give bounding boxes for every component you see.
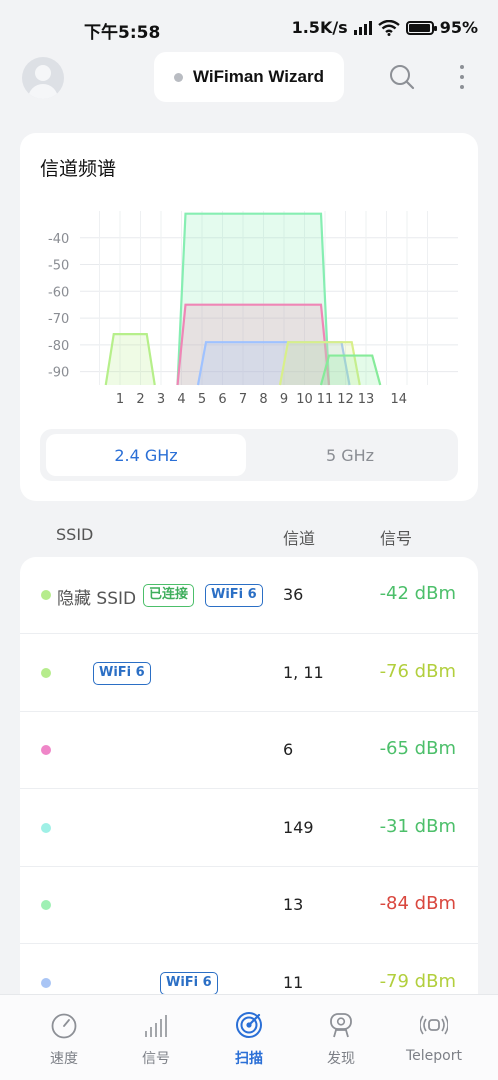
network-signal: -84 dBm bbox=[379, 893, 456, 914]
channel-area bbox=[321, 355, 381, 385]
col-signal[interactable]: 信号 bbox=[380, 525, 412, 549]
wifi-icon bbox=[377, 19, 400, 36]
tab-scan[interactable]: 扫描 bbox=[204, 995, 294, 1080]
network-ssid: 隐藏 SSID bbox=[57, 589, 137, 609]
bottom-tab-bar: 速度 信号 扫描 发现 Teleport bbox=[0, 994, 498, 1080]
network-row[interactable]: 149 -31 dBm bbox=[20, 790, 478, 867]
x-tick-label: 13 bbox=[358, 392, 375, 407]
network-signal: -79 dBm bbox=[379, 970, 456, 992]
network-color-dot bbox=[41, 590, 51, 600]
network-row[interactable]: WiFi 6 1, 11 -76 dBm bbox=[20, 635, 478, 712]
network-channel: 13 bbox=[283, 895, 304, 914]
x-tick-label: 8 bbox=[259, 392, 267, 407]
tab-speed[interactable]: 速度 bbox=[19, 995, 109, 1080]
wifi6-badge: WiFi 6 bbox=[205, 584, 263, 607]
y-tick-label: -40 bbox=[48, 232, 69, 247]
network-channel: 149 bbox=[283, 817, 314, 837]
band-5ghz-tab[interactable]: 5 GHz bbox=[250, 434, 450, 476]
cell-signal-icon bbox=[353, 20, 372, 35]
network-signal: -31 dBm bbox=[379, 815, 456, 837]
network-row[interactable]: 6 -65 dBm bbox=[20, 712, 478, 789]
network-signal: -65 dBm bbox=[379, 738, 456, 759]
discover-icon bbox=[330, 1013, 352, 1038]
connected-badge: 已连接 bbox=[143, 584, 195, 607]
network-channel: 6 bbox=[283, 740, 294, 759]
network-row[interactable]: 隐藏 SSID 已连接 WiFi 6 36 -42 dBm bbox=[20, 557, 478, 634]
net-speed: 1.5K/s bbox=[291, 18, 348, 37]
device-selector[interactable]: WiFiman Wizard bbox=[154, 52, 344, 102]
band-24ghz-tab[interactable]: 2.4 GHz bbox=[46, 434, 246, 476]
network-color-dot bbox=[41, 900, 51, 910]
network-color-dot bbox=[41, 977, 51, 988]
band-selector: 2.4 GHz 5 GHz bbox=[40, 429, 458, 481]
x-tick-label: 14 bbox=[391, 392, 408, 407]
col-channel[interactable]: 信道 bbox=[283, 525, 315, 549]
signal-bars-icon bbox=[145, 1015, 167, 1037]
tab-scan-label: 扫描 bbox=[235, 1051, 263, 1067]
network-color-dot bbox=[41, 667, 51, 678]
network-channel: 11 bbox=[283, 972, 304, 992]
x-tick-label: 3 bbox=[157, 392, 165, 407]
x-tick-label: 6 bbox=[218, 392, 226, 407]
x-tick-label: 2 bbox=[136, 392, 144, 407]
network-signal: -42 dBm bbox=[379, 583, 456, 604]
tab-discover[interactable]: 发现 bbox=[296, 995, 386, 1080]
network-channel: 36 bbox=[283, 585, 304, 604]
network-color-dot bbox=[41, 745, 51, 755]
wifi6-badge: WiFi 6 bbox=[160, 971, 218, 995]
x-tick-label: 9 bbox=[280, 392, 288, 407]
tab-speed-label: 速度 bbox=[50, 1051, 78, 1067]
x-tick-label: 12 bbox=[337, 392, 354, 407]
tab-teleport-label: Teleport bbox=[406, 1048, 462, 1064]
x-tick-label: 7 bbox=[239, 392, 247, 407]
status-dot bbox=[174, 72, 183, 82]
y-tick-label: -50 bbox=[48, 259, 69, 274]
network-channel: 1, 11 bbox=[283, 662, 324, 682]
y-tick-label: -60 bbox=[48, 285, 69, 300]
tab-discover-label: 发现 bbox=[327, 1051, 355, 1067]
network-row[interactable]: 13 -84 dBm bbox=[20, 867, 478, 944]
teleport-icon bbox=[420, 1015, 448, 1035]
battery-icon bbox=[405, 20, 437, 35]
battery-percent: 95% bbox=[439, 18, 478, 37]
status-time: 下午5:58 bbox=[84, 23, 161, 43]
tab-signal[interactable]: 信号 bbox=[111, 995, 201, 1080]
x-tick-label: 11 bbox=[317, 392, 334, 407]
x-tick-label: 4 bbox=[177, 392, 185, 407]
network-color-dot bbox=[41, 822, 51, 833]
radar-scan-icon bbox=[236, 1012, 262, 1038]
more-menu-icon[interactable] bbox=[452, 63, 472, 91]
tab-signal-label: 信号 bbox=[142, 1051, 170, 1067]
speedometer-icon bbox=[51, 1013, 77, 1039]
network-list: 隐藏 SSID 已连接 WiFi 6 36 -42 dBm WiFi 6 1, 11 -76 … bbox=[20, 557, 478, 1017]
avatar[interactable] bbox=[22, 57, 64, 99]
tab-teleport[interactable]: Teleport bbox=[389, 995, 479, 1080]
x-tick-label: 1 bbox=[116, 392, 124, 407]
spectrum-chart: -40-50-60-70-80-901 2 3 4 5 6 7 8 9 10 11 12 13 14 bbox=[48, 211, 458, 407]
y-tick-label: -80 bbox=[48, 339, 69, 354]
x-tick-label: 5 bbox=[198, 392, 206, 407]
spectrum-title: 信道频谱 bbox=[40, 158, 117, 180]
wifi6-badge: WiFi 6 bbox=[93, 661, 151, 685]
network-signal: -76 dBm bbox=[379, 660, 456, 682]
spectrum-card: 信道频谱 -40 -50 -60 -70 -80 -90 1 2 3 4 5 6 7 8 9 10 11 12 13… bbox=[20, 133, 478, 501]
header-title: WiFiman Wizard bbox=[193, 67, 324, 86]
status-bar: 下午5:58 1.5K/s 95% bbox=[0, 0, 498, 56]
col-ssid[interactable]: SSID bbox=[56, 525, 93, 544]
y-tick-label: -90 bbox=[48, 366, 69, 381]
search-icon[interactable] bbox=[388, 63, 416, 91]
status-right: 1.5K/s 95% bbox=[292, 18, 478, 37]
y-tick-label: -70 bbox=[48, 312, 69, 327]
x-tick-label: 10 bbox=[296, 392, 313, 407]
